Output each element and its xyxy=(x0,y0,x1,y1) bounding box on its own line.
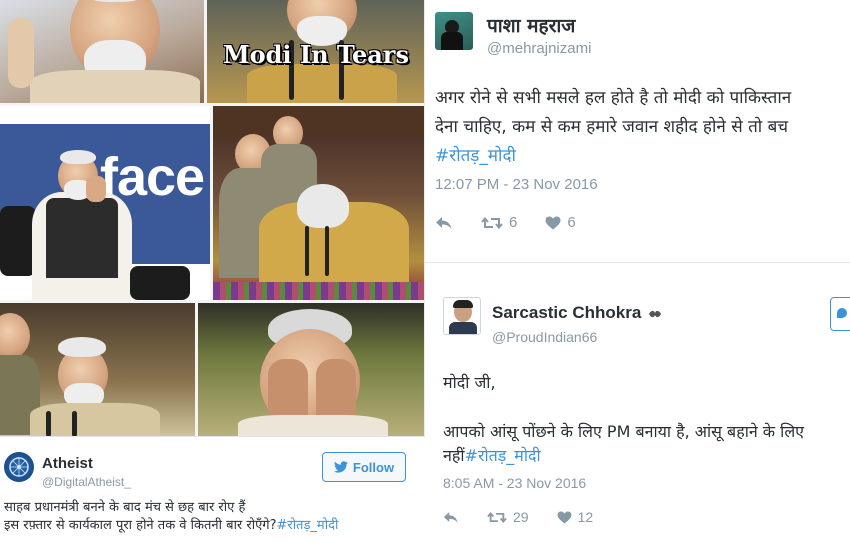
avatar-sarcastic[interactable] xyxy=(443,297,481,335)
tweet-actions: 29 12 xyxy=(443,509,621,525)
collage-photo-head-bowed xyxy=(213,106,425,300)
avatar-pasha[interactable] xyxy=(435,12,473,50)
modi-tears-collage: Modi In Tears face xyxy=(0,0,425,436)
hashtag-link[interactable]: #रोतड़_मोदी xyxy=(435,142,850,171)
avatar-atheist[interactable] xyxy=(4,452,34,482)
like-button[interactable]: 12 xyxy=(557,509,594,525)
tweet-author-name-text: Sarcastic Chhokra xyxy=(492,303,642,322)
collage-photo-hand-on-face xyxy=(0,0,204,103)
retweet-icon xyxy=(481,216,503,229)
heart-icon xyxy=(557,510,572,524)
follow-button[interactable]: Follow xyxy=(322,452,406,482)
collage-photo-emotional-mics xyxy=(0,303,195,436)
reply-icon xyxy=(443,511,458,523)
retweet-button[interactable]: 6 xyxy=(481,214,517,231)
tweet-author-name[interactable]: Sarcastic Chhokra xyxy=(492,303,662,323)
reply-button[interactable] xyxy=(443,511,459,524)
tweet-text-fragment: नहीं xyxy=(443,446,465,465)
tweet-text-line: मोदी जी, xyxy=(443,373,496,392)
collage-photo-modi-in-tears: Modi In Tears xyxy=(207,0,425,103)
tweet-text-fragment: इस रफ़्तार से कार्यकाल पूरा होने तक वे क… xyxy=(4,518,277,533)
like-count: 6 xyxy=(567,214,576,231)
follow-button-label: Follow xyxy=(352,459,395,475)
tweet-text: अगर रोने से सभी मसले हल होते है तो मोदी … xyxy=(435,84,850,171)
hashtag-link[interactable]: #रोतड़_मोदी xyxy=(465,446,541,465)
tweet-text-line: अगर रोने से सभी मसले हल होते है तो मोदी … xyxy=(435,88,792,108)
tweet-text: आपको आंसू पोंछने के लिए PM बनाया है, आंस… xyxy=(443,420,850,468)
tweet-timestamp[interactable]: 12:07 PM - 23 Nov 2016 xyxy=(435,176,598,193)
tweet-text: साहब प्रधानमंत्री बनने के बाद मंच से छह … xyxy=(4,499,424,535)
tweet-text-line: साहब प्रधानमंत्री बनने के बाद मंच से छह … xyxy=(4,500,246,515)
tweet-card-pasha[interactable]: पाशा महराज @mehrajnizami अगर रोने से सभी… xyxy=(425,0,850,252)
tweet-card-sarcastic[interactable]: Sarcastic Chhokra @ProudIndian66 मोदी जी… xyxy=(425,262,850,550)
tweet-timestamp[interactable]: 8:05 AM - 23 Nov 2016 xyxy=(443,475,586,491)
follow-button[interactable] xyxy=(830,297,850,331)
tweet-author-name[interactable]: Atheist xyxy=(42,455,93,472)
tweet-author-handle[interactable]: @DigitalAtheist_ xyxy=(42,475,131,489)
tweet-author-handle[interactable]: @ProudIndian66 xyxy=(492,329,597,345)
heart-icon xyxy=(545,216,561,229)
like-count: 12 xyxy=(577,509,594,525)
retweet-button[interactable]: 29 xyxy=(487,509,529,525)
reply-icon xyxy=(436,216,452,229)
modi-in-tears-caption: Modi In Tears xyxy=(223,40,409,69)
tweet-author-handle[interactable]: @mehrajnizami xyxy=(487,40,591,57)
retweet-icon xyxy=(487,511,507,523)
collage-photo-wiping-eyes xyxy=(198,303,425,436)
tweet-card-atheist[interactable]: Atheist @DigitalAtheist_ Follow साहब प्र… xyxy=(0,436,425,550)
tweet-actions: 6 6 xyxy=(435,214,604,231)
hashtag-link[interactable]: #रोतड़_मोदी xyxy=(276,518,338,533)
tweet-text-line: नहीं#रोतड़_मोदी xyxy=(443,444,850,468)
retweet-count: 6 xyxy=(509,214,518,231)
reply-button[interactable] xyxy=(435,216,453,230)
like-button[interactable]: 6 xyxy=(545,214,576,231)
collage-photo-facebook-townhall: face xyxy=(0,106,210,300)
tweet-author-name[interactable]: पाशा महराज xyxy=(487,12,575,38)
tweet-text-line: देना चाहिए, कम से कम हमारे जवान शहीद होन… xyxy=(435,117,789,137)
tweet-text-line: इस रफ़्तार से कार्यकाल पूरा होने तक वे क… xyxy=(4,517,424,535)
ashoka-chakra-icon xyxy=(9,457,29,477)
retweet-count: 29 xyxy=(513,509,529,525)
verified-badge-icon xyxy=(649,310,662,317)
tweet-text-line: आपको आंसू पोंछने के लिए PM बनाया है, आंस… xyxy=(443,422,805,441)
twitter-bird-icon xyxy=(333,461,348,473)
